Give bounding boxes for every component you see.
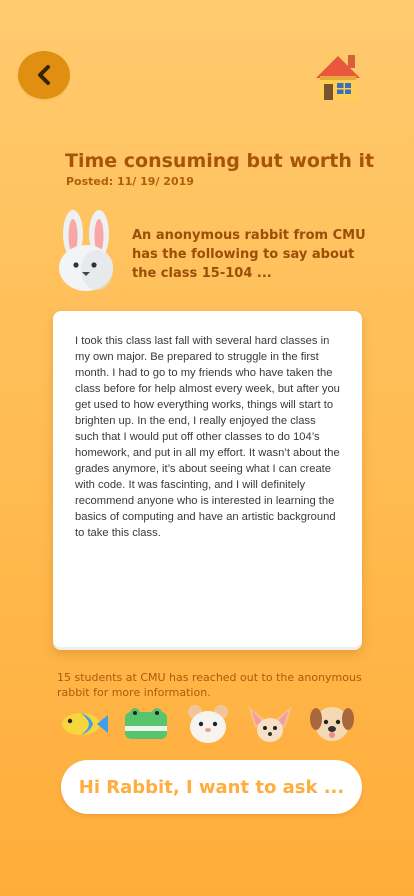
rabbit-icon [59, 210, 113, 291]
dog-icon [310, 707, 354, 741]
review-text: I took this class last fall with several… [75, 335, 340, 539]
hamster-icon [188, 705, 228, 743]
fennec-fox-icon [248, 706, 292, 742]
author-avatar [54, 210, 120, 294]
posted-date: Posted: 11/ 19/ 2019 [66, 175, 194, 188]
fish-icon [62, 713, 108, 735]
reach-count: 15 students at CMU has reached out to th… [57, 671, 362, 699]
crocodile-icon [125, 708, 167, 739]
post-title: Time consuming but worth it [65, 150, 375, 172]
home-button[interactable] [310, 50, 366, 106]
ask-button-label: Hi Rabbit, I want to ask ... [78, 776, 345, 798]
chevron-left-icon [38, 65, 50, 85]
house-icon [316, 55, 360, 100]
author-intro: An anonymous rabbit from CMU has the fol… [132, 228, 366, 281]
review-card: I took this class last fall with several… [53, 311, 362, 650]
back-button[interactable] [18, 51, 70, 99]
student-avatars [59, 702, 354, 746]
ask-rabbit-button[interactable]: Hi Rabbit, I want to ask ... [61, 760, 362, 814]
